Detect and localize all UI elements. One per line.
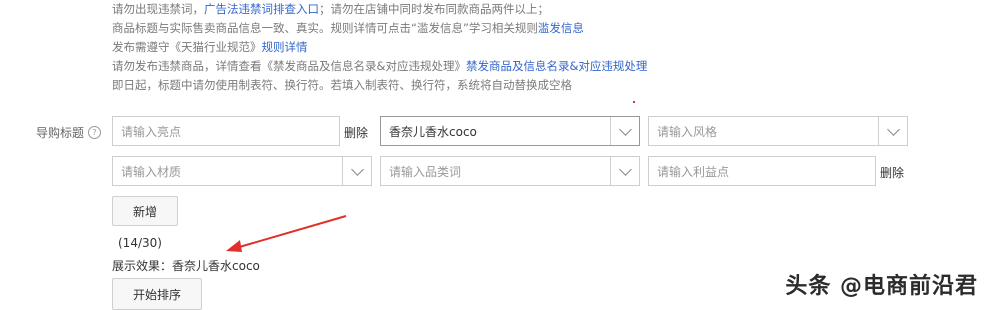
brand-select[interactable]: 香奈儿香水coco <box>380 116 640 146</box>
banned-words-link[interactable]: 广告法违禁词排查入口 <box>204 2 319 16</box>
benefit-input[interactable]: 请输入利益点 <box>648 156 876 186</box>
rule-details-link[interactable]: 规则详情 <box>262 40 308 54</box>
note-text: 请勿发布违禁商品，详情查看《禁发商品及信息名录&对应违规处理》 <box>112 59 466 73</box>
chevron-down-icon[interactable] <box>610 157 639 185</box>
spam-info-link[interactable]: 滥发信息 <box>538 21 584 35</box>
add-button[interactable]: 新增 <box>112 196 178 226</box>
brand-value: 香奈儿香水coco <box>389 124 477 139</box>
delete-link[interactable]: 删除 <box>344 124 368 141</box>
red-dot <box>633 101 635 103</box>
category-select[interactable]: 请输入品类词 <box>380 156 640 186</box>
delete-link[interactable]: 删除 <box>880 164 904 181</box>
note-text: 请勿出现违禁词， <box>112 2 204 16</box>
benefit-placeholder: 请输入利益点 <box>657 164 730 179</box>
chevron-down-icon[interactable] <box>342 157 371 185</box>
note-line-5: 即日起，标题中请勿使用制表符、换行符。若填入制表符、换行符，系统将自动替换成空格 <box>112 76 752 95</box>
preview-row: 展示效果：香奈儿香水coco <box>112 257 260 274</box>
note-line-3: 发布需遵守《天猫行业规范》规则详情 <box>112 38 752 57</box>
note-text: 即日起，标题中请勿使用制表符、换行符。若填入制表符、换行符，系统将自动替换成空格 <box>112 78 572 92</box>
style-placeholder: 请输入风格 <box>657 124 718 139</box>
banned-goods-link[interactable]: 禁发商品及信息名录&对应违规处理 <box>466 59 647 73</box>
preview-value: 香奈儿香水coco <box>172 259 260 273</box>
style-select[interactable]: 请输入风格 <box>648 116 908 146</box>
material-select[interactable]: 请输入材质 <box>112 156 372 186</box>
note-line-2: 商品标题与实际售卖商品信息一致、真实。规则详情可点击“滥发信息”学习相关规则滥发… <box>112 19 752 38</box>
shopping-title-label: 导购标题 ? <box>36 124 102 141</box>
note-text: 发布需遵守《天猫行业规范》 <box>112 40 262 54</box>
note-text: 商品标题与实际售卖商品信息一致、真实。规则详情可点击“滥发信息”学习相关规则 <box>112 21 538 35</box>
char-count: (14/30) <box>118 236 162 250</box>
category-placeholder: 请输入品类词 <box>389 164 462 179</box>
rules-notes: 请勿出现违禁词，广告法违禁词排查入口；请勿在店铺中同时发布同款商品两件以上； 商… <box>112 0 752 95</box>
question-circle-icon[interactable]: ? <box>88 126 102 139</box>
shopping-title-label-text: 导购标题 <box>36 126 85 140</box>
material-placeholder: 请输入材质 <box>121 164 182 179</box>
note-line-4: 请勿发布违禁商品，详情查看《禁发商品及信息名录&对应违规处理》禁发商品及信息名录… <box>112 57 752 76</box>
start-sort-button[interactable]: 开始排序 <box>112 278 202 310</box>
red-arrow-icon <box>226 215 347 252</box>
note-line-1: 请勿出现违禁词，广告法违禁词排查入口；请勿在店铺中同时发布同款商品两件以上； <box>112 0 752 19</box>
note-text: ；请勿在店铺中同时发布同款商品两件以上； <box>319 2 549 16</box>
preview-label: 展示效果： <box>112 259 173 273</box>
chevron-down-icon[interactable] <box>878 117 907 145</box>
chevron-down-icon[interactable] <box>610 117 639 145</box>
highlight-input[interactable]: 请输入亮点 <box>112 116 340 146</box>
watermark: 头条 @电商前沿君 <box>785 274 978 299</box>
highlight-placeholder: 请输入亮点 <box>121 124 182 139</box>
